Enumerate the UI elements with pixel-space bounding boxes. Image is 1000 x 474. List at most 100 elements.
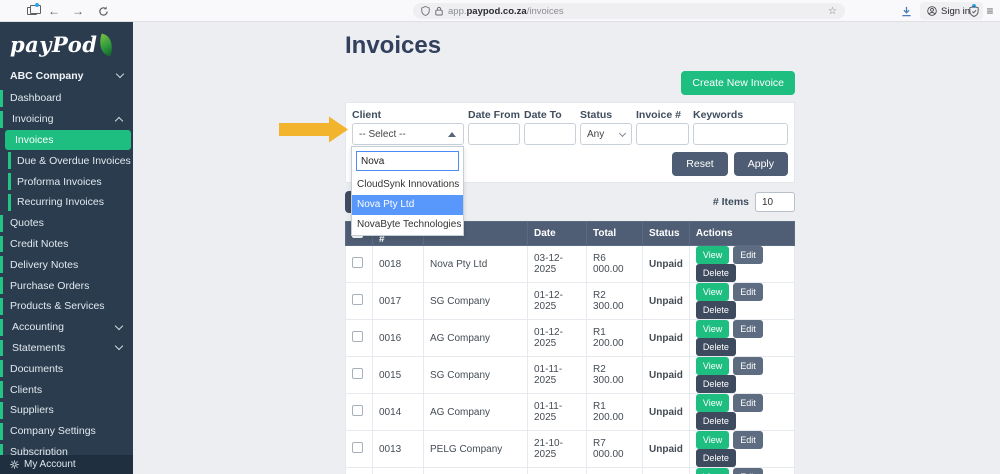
sidebar-item-accounting[interactable]: Accounting: [0, 317, 133, 338]
items-per-page-select[interactable]: 10: [755, 192, 795, 212]
create-new-invoice-button[interactable]: Create New Invoice: [681, 71, 795, 95]
lock-icon[interactable]: [435, 6, 443, 16]
row-checkbox[interactable]: [352, 368, 363, 379]
status-select-value: Any: [587, 128, 605, 140]
table-row: 0012DG Company20-10-2025R2 000.00UnpaidV…: [345, 467, 796, 474]
sidebar-item-statements[interactable]: Statements: [0, 338, 133, 359]
dropdown-option-cloudsynk-innovations[interactable]: CloudSynk Innovations: [352, 175, 463, 195]
shield-permissions-icon[interactable]: [421, 6, 430, 16]
edit-button[interactable]: Edit: [733, 283, 763, 301]
dropdown-option-nova-pty-ltd[interactable]: Nova Pty Ltd: [352, 195, 463, 215]
sidebar-item-suppliers[interactable]: Suppliers: [0, 400, 133, 421]
view-button[interactable]: View: [695, 246, 730, 264]
keywords-input[interactable]: [693, 123, 788, 145]
row-checkbox[interactable]: [352, 257, 363, 268]
window-tabs-icon[interactable]: [24, 0, 41, 22]
company-selector[interactable]: ABC Company: [0, 66, 133, 85]
delete-button[interactable]: Delete: [695, 375, 736, 393]
sidebar-item-dashboard[interactable]: Dashboard: [0, 88, 133, 109]
delete-button[interactable]: Delete: [695, 301, 736, 319]
sidebar-item-recurring-invoices[interactable]: Recurring Invoices: [0, 192, 133, 213]
sidebar-item-label: Credit Notes: [10, 237, 69, 250]
edit-button[interactable]: Edit: [733, 246, 763, 264]
cell-status: Unpaid: [642, 356, 690, 394]
view-button[interactable]: View: [695, 283, 730, 301]
sidebar-item-proforma-invoices[interactable]: Proforma Invoices: [0, 171, 133, 192]
triangle-up-icon: [448, 131, 456, 137]
view-button[interactable]: View: [695, 394, 730, 412]
delete-button[interactable]: Delete: [695, 412, 736, 430]
reset-button[interactable]: Reset: [672, 152, 728, 176]
date-to-input[interactable]: [524, 123, 576, 145]
keywords-label: Keywords: [693, 109, 744, 121]
edit-button[interactable]: Edit: [733, 394, 763, 412]
edit-button[interactable]: Edit: [733, 431, 763, 449]
header-total: Total: [586, 221, 643, 246]
cell-client: SG Company: [423, 356, 528, 394]
cell-client: PELG Company: [423, 430, 528, 468]
downloads-button[interactable]: [898, 0, 914, 22]
apply-button[interactable]: Apply: [733, 152, 788, 176]
client-dropdown-search-input[interactable]: [356, 151, 459, 171]
sidebar-item-company-settings[interactable]: Company Settings: [0, 421, 133, 442]
back-button[interactable]: ←: [46, 0, 62, 22]
cell-status: Unpaid: [642, 245, 690, 283]
view-button[interactable]: View: [695, 468, 730, 474]
download-icon: [901, 6, 911, 16]
sidebar-item-invoices[interactable]: Invoices: [5, 129, 131, 151]
cell-date: 03-12-2025: [527, 245, 587, 283]
edit-button[interactable]: Edit: [733, 357, 763, 375]
sidebar-item-invoicing[interactable]: Invoicing: [0, 109, 133, 130]
client-select-value: -- Select --: [359, 128, 406, 140]
status-select[interactable]: Any: [580, 123, 632, 145]
url-path: /invoices: [526, 5, 564, 17]
view-button[interactable]: View: [695, 431, 730, 449]
view-button[interactable]: View: [695, 357, 730, 375]
date-from-input[interactable]: [468, 123, 520, 145]
sidebar-item-my-account[interactable]: My Account: [0, 455, 133, 474]
edit-button[interactable]: Edit: [733, 320, 763, 338]
sidebar-item-label: Recurring Invoices: [17, 196, 104, 209]
client-select[interactable]: -- Select --: [352, 123, 464, 145]
row-checkbox[interactable]: [352, 442, 363, 453]
delete-button[interactable]: Delete: [695, 449, 736, 467]
menu-button[interactable]: ≡: [982, 0, 998, 22]
extensions-button[interactable]: [966, 0, 981, 22]
view-button[interactable]: View: [695, 320, 730, 338]
sidebar-item-purchase-orders[interactable]: Purchase Orders: [0, 275, 133, 296]
delete-button[interactable]: Delete: [695, 338, 736, 356]
sidebar-item-products-services[interactable]: Products & Services: [0, 296, 133, 317]
reload-button[interactable]: [95, 0, 111, 22]
row-checkbox[interactable]: [352, 405, 363, 416]
table-row: 0013 PELG Company 21-10-2025 R7 000.00 Unpai…: [345, 430, 796, 468]
url-prefix: app.: [448, 5, 467, 17]
url-bar[interactable]: app.paypod.co.za/invoices ☆: [413, 3, 845, 19]
sidebar-item-due-overdue-invoices[interactable]: Due & Overdue Invoices: [0, 150, 133, 171]
row-checkbox[interactable]: [352, 331, 363, 342]
invoices-table: Invoice # Client Date Total Status Actio…: [345, 221, 796, 474]
cell-invoice: 0013: [372, 430, 424, 468]
forward-button[interactable]: →: [70, 0, 86, 22]
invoice-number-input[interactable]: [636, 123, 689, 145]
sidebar-item-quotes[interactable]: Quotes: [0, 213, 133, 234]
table-row: 0017 SG Company 01-12-2025 R2 300.00 Unpaid V…: [345, 282, 796, 320]
logo[interactable]: payPod: [0, 22, 133, 66]
delete-button[interactable]: Delete: [695, 264, 736, 282]
dropdown-option-novabyte-technologies[interactable]: NovaByte Technologies: [352, 215, 463, 235]
sidebar-item-delivery-notes[interactable]: Delivery Notes: [0, 254, 133, 275]
row-checkbox[interactable]: [352, 294, 363, 305]
sidebar-item-clients[interactable]: Clients: [0, 379, 133, 400]
cell-invoice: 0016: [372, 319, 424, 357]
reload-icon: [98, 6, 108, 16]
date-from-label: Date From: [468, 109, 520, 121]
bookmark-star-icon[interactable]: ☆: [828, 6, 837, 17]
edit-button[interactable]: Edit: [733, 468, 763, 474]
cell-total: R2 300.00: [586, 282, 643, 320]
sidebar-item-documents[interactable]: Documents: [0, 358, 133, 379]
chevron-up-icon: [114, 116, 124, 125]
sidebar-item-label: Accounting: [12, 321, 64, 334]
sidebar-item-credit-notes[interactable]: Credit Notes: [0, 234, 133, 255]
sidebar-item-label: Documents: [10, 362, 64, 375]
table-row: 0014 AG Company 01-11-2025 R1 200.00 Unpaid V…: [345, 393, 796, 431]
company-name: ABC Company: [10, 69, 84, 82]
